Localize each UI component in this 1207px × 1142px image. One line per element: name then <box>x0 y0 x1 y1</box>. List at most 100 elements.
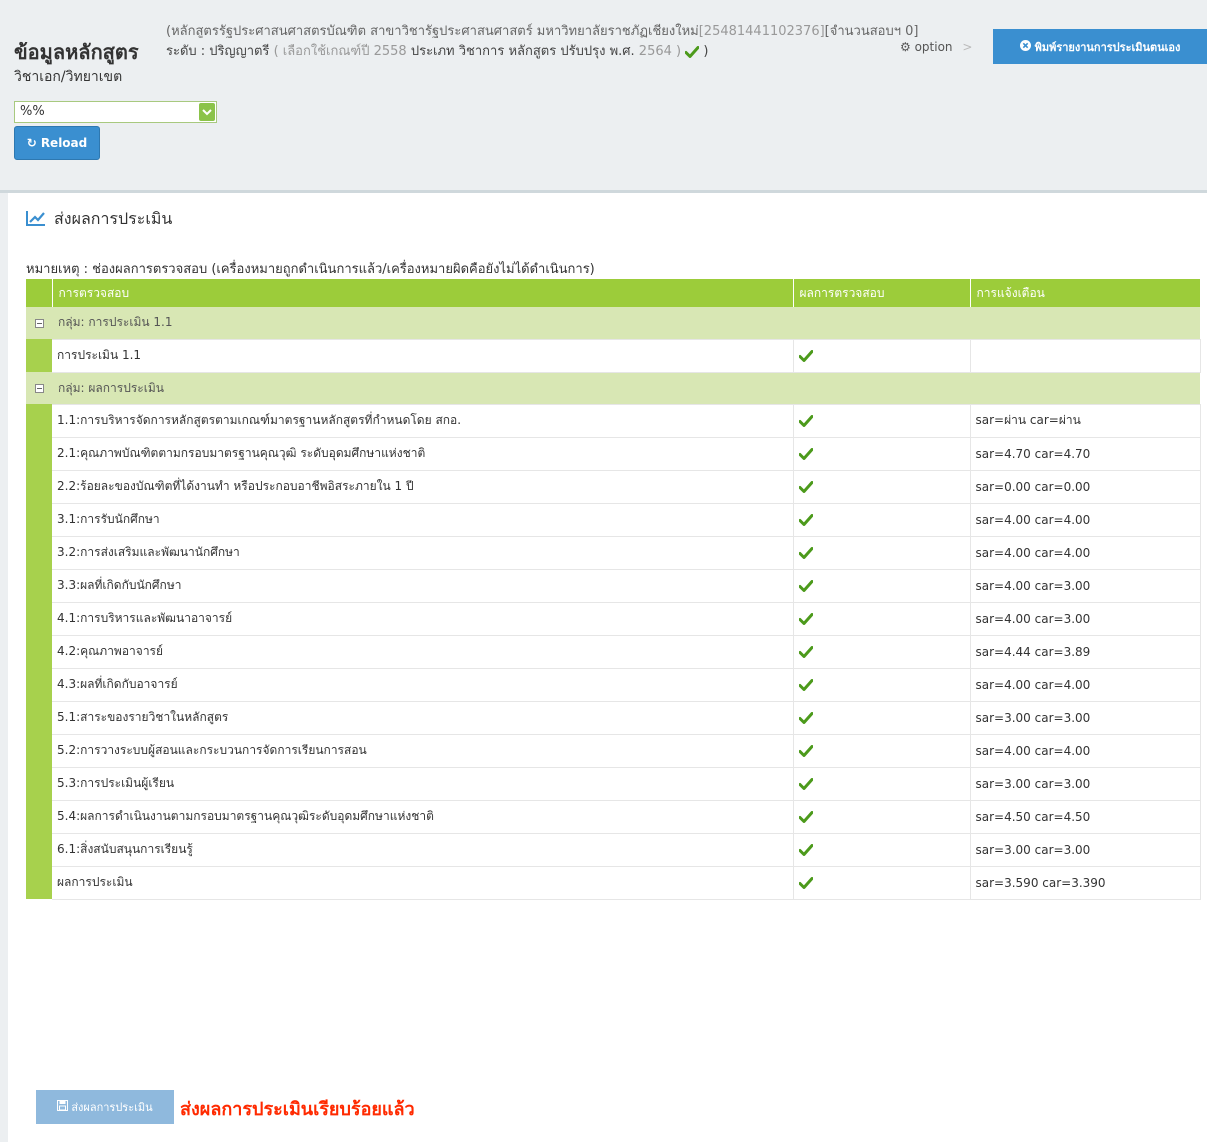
submit-evaluation-button[interactable]: ส่งผลการประเมิน <box>36 1090 174 1124</box>
refresh-icon: ↻ <box>26 136 37 150</box>
table-row: 6.1:สิ่งสนับสนุนการเรียนรู้ sar=3.00 car=… <box>26 833 1201 867</box>
alert-cell: sar=4.00 car=3.00 <box>970 569 1201 603</box>
reload-label: Reload <box>40 136 88 150</box>
table-row: การประเมิน 1.1 <box>26 339 1201 373</box>
group-row: กลุ่ม: การประเมิน 1.1 <box>26 307 1200 340</box>
result-cell <box>793 404 971 438</box>
check-icon <box>798 580 813 592</box>
alert-cell: sar=0.00 car=0.00 <box>970 470 1201 504</box>
table-row: 3.2:การส่งเสริมและพัฒนานักศึกษา sar=4.00 … <box>26 536 1201 570</box>
column-header-alert[interactable]: การแจ้งเตือน <box>970 279 1201 307</box>
alert-cell <box>970 339 1201 373</box>
row-gutter <box>26 437 52 470</box>
table-row: 4.3:ผลที่เกิดกับอาจารย์ sar=4.00 car=4.00 <box>26 668 1201 702</box>
result-cell <box>793 734 971 768</box>
result-cell <box>793 536 971 570</box>
check-icon <box>798 844 813 856</box>
check-icon <box>798 481 813 493</box>
criteria-prefix: ( เลือกใช้เกณฑ์ปี <box>273 44 370 59</box>
dashboard-icon: ⚙ <box>900 40 911 54</box>
row-gutter <box>26 635 52 668</box>
option-label: option <box>914 40 953 54</box>
result-cell <box>793 437 971 471</box>
save-icon <box>57 1100 69 1114</box>
program-trail: [จำนวนสอบฯ 0] <box>824 24 919 38</box>
level-label: ระดับ : ปริญญาตรี <box>166 44 270 59</box>
result-cell <box>793 602 971 636</box>
collapse-icon[interactable] <box>34 319 44 328</box>
major-select[interactable]: %% <box>14 101 217 123</box>
column-header-check[interactable]: การตรวจสอบ <box>52 279 794 307</box>
alert-cell: sar=4.00 car=3.00 <box>970 602 1201 636</box>
check-icon <box>798 778 813 790</box>
check-icon <box>798 350 813 362</box>
row-gutter <box>26 404 52 437</box>
group-label: กลุ่ม: การประเมิน 1.1 <box>52 307 1200 340</box>
result-cell <box>793 569 971 603</box>
check-icon <box>798 547 813 559</box>
table-row: 1.1:การบริหารจัดการหลักสูตรตามเกณฑ์มาตรฐ… <box>26 404 1201 438</box>
closing-paren: ) <box>703 44 709 59</box>
result-cell <box>793 767 971 801</box>
print-button-label: พิมพ์รายงานการประเมินตนเอง <box>1034 40 1181 54</box>
check-item: 5.1:สาระของรายวิชาในหลักสูตร <box>52 701 794 735</box>
line-chart-icon <box>26 210 46 230</box>
alert-cell: sar=3.00 car=3.00 <box>970 767 1201 801</box>
section-title: ส่งผลการประเมิน <box>26 207 172 232</box>
check-icon <box>798 415 813 427</box>
header-divider <box>0 190 1207 193</box>
alert-cell: sar=4.44 car=3.89 <box>970 635 1201 669</box>
major-label: วิชาเอก/วิทยาเขต <box>14 69 123 85</box>
check-item: 4.2:คุณภาพอาจารย์ <box>52 635 794 669</box>
table-row: 5.2:การวางระบบผู้สอนและกระบวนการจัดการเร… <box>26 734 1201 768</box>
result-cell <box>793 800 971 834</box>
alert-cell: sar=4.00 car=4.00 <box>970 503 1201 537</box>
table-row: 4.1:การบริหารและพัฒนาอาจารย์ sar=4.00 car… <box>26 602 1201 636</box>
program-name: (หลักสูตรรัฐประศาสนศาสตรบัณฑิต สาขาวิชาร… <box>166 24 699 38</box>
row-gutter <box>26 668 52 701</box>
result-cell <box>793 701 971 735</box>
submit-label: ส่งผลการประเมิน <box>71 1101 153 1114</box>
check-item: 3.3:ผลที่เกิดกับนักศึกษา <box>52 569 794 603</box>
major-select-value: %% <box>20 104 45 119</box>
alert-cell: sar=3.590 car=3.390 <box>970 866 1201 900</box>
collapse-icon[interactable] <box>34 384 44 393</box>
check-item: 4.3:ผลที่เกิดกับอาจารย์ <box>52 668 794 702</box>
check-icon <box>798 514 813 526</box>
group-label: กลุ่ม: ผลการประเมิน <box>52 372 1200 405</box>
option-link[interactable]: ⚙ option > <box>900 40 972 54</box>
left-gutter-bar <box>0 193 8 1142</box>
reload-button[interactable]: ↻ Reload <box>14 126 100 160</box>
table-row: 2.1:คุณภาพบัณฑิตตามกรอบมาตรฐานคุณวุฒิ ระ… <box>26 437 1201 471</box>
page-title: ข้อมูลหลักสูตร <box>14 40 139 64</box>
submission-status: ส่งผลการประเมินเรียบร้อยแล้ว <box>180 1099 415 1120</box>
print-report-button[interactable]: พิมพ์รายงานการประเมินตนเอง <box>993 29 1207 64</box>
section-title-text: ส่งผลการประเมิน <box>54 209 173 228</box>
program-level-line: ระดับ : ปริญญาตรี ( เลือกใช้เกณฑ์ปี 2558… <box>166 40 708 61</box>
remark-note: หมายเหตุ : ช่องผลการตรวจสอบ (เครื่องหมาย… <box>26 262 595 277</box>
table-row: 3.1:การรับนักศึกษา sar=4.00 car=4.00 <box>26 503 1201 537</box>
check-icon <box>798 745 813 757</box>
table-row: 5.1:สาระของรายวิชาในหลักสูตร sar=3.00 car… <box>26 701 1201 735</box>
check-table-body: กลุ่ม: การประเมิน 1.1 การประเมิน 1.1 กลุ่ม… <box>26 307 1201 900</box>
table-header-row: การตรวจสอบ ผลการตรวจสอบ การแจ้งเตือน <box>26 279 1201 307</box>
program-subtitle: (หลักสูตรรัฐประศาสนศาสตรบัณฑิต สาขาวิชาร… <box>166 20 1096 38</box>
check-item: 5.2:การวางระบบผู้สอนและกระบวนการจัดการเร… <box>52 734 794 768</box>
check-item: การประเมิน 1.1 <box>52 339 794 373</box>
column-header-result[interactable]: ผลการตรวจสอบ <box>793 279 971 307</box>
check-item: 4.1:การบริหารและพัฒนาอาจารย์ <box>52 602 794 636</box>
chevron-down-icon[interactable] <box>199 103 215 121</box>
alert-cell: sar=3.00 car=3.00 <box>970 701 1201 735</box>
header-gutter <box>26 279 53 307</box>
group-toggle-cell <box>26 372 52 404</box>
row-gutter <box>26 602 52 635</box>
table-row: 2.2:ร้อยละของบัณฑิตที่ได้งานทำ หรือประกอ… <box>26 470 1201 504</box>
alert-cell: sar=3.00 car=3.00 <box>970 833 1201 867</box>
check-icon <box>798 646 813 658</box>
table-row: 5.3:การประเมินผู้เรียน sar=3.00 car=3.00 <box>26 767 1201 801</box>
revision-year: 2564 ) <box>638 44 682 59</box>
alert-cell: sar=4.70 car=4.70 <box>970 437 1201 471</box>
check-icon <box>798 712 813 724</box>
table-row: 3.3:ผลที่เกิดกับนักศึกษา sar=4.00 car=3.0… <box>26 569 1201 603</box>
check-icon <box>798 679 813 691</box>
